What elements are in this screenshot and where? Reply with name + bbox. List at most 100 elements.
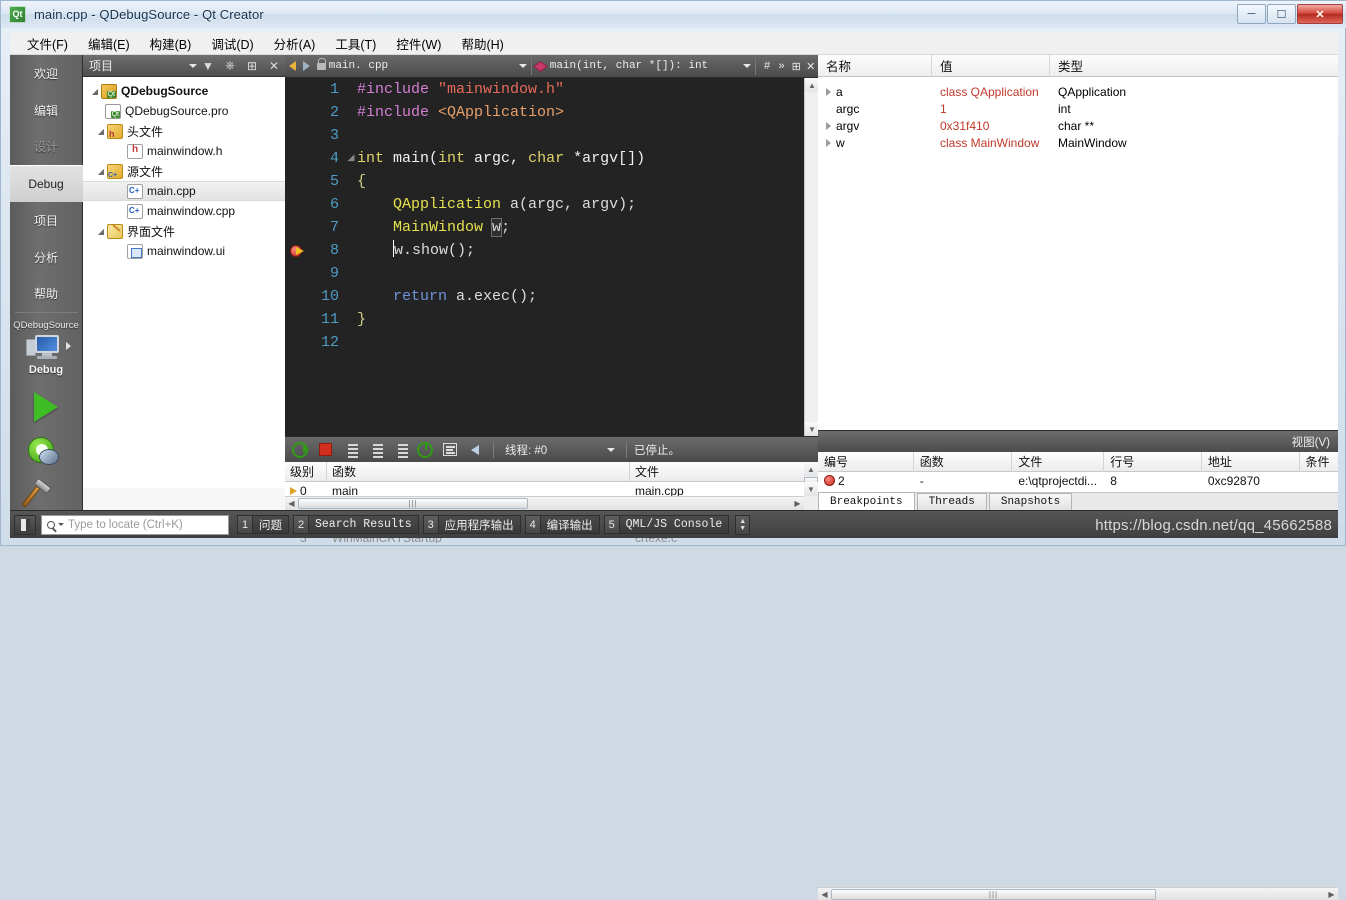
more-icon[interactable]: » bbox=[774, 55, 789, 78]
project-view-combo[interactable]: 项目 bbox=[89, 57, 197, 74]
table-row[interactable]: a class QApplication QApplication bbox=[818, 83, 1338, 100]
breakpoint-gutter[interactable] bbox=[285, 193, 309, 216]
bp-col-line[interactable]: 行号 bbox=[1104, 451, 1202, 472]
code-line[interactable]: 1 #include "mainwindow.h" bbox=[285, 78, 818, 101]
unlocked-icon[interactable] bbox=[314, 55, 329, 78]
breakpoint-gutter[interactable] bbox=[285, 331, 309, 354]
tree-item-qdebugsource[interactable]: ◢ QDebugSource bbox=[83, 81, 285, 101]
instruction-view-icon[interactable] bbox=[439, 439, 461, 461]
scroll-down-icon[interactable]: ▼ bbox=[804, 482, 818, 496]
locals-col-value[interactable]: 值 bbox=[932, 54, 1050, 77]
stack-col-file[interactable]: 文件 bbox=[630, 462, 804, 482]
table-row[interactable]: argc 1 int bbox=[818, 100, 1338, 117]
bp-col-file[interactable]: 文件 bbox=[1012, 451, 1105, 472]
tab-threads[interactable]: Threads bbox=[916, 493, 987, 510]
tree-item-pro-file[interactable]: QDebugSource.pro bbox=[83, 101, 285, 121]
scroll-up-icon[interactable]: ▲ bbox=[805, 78, 819, 92]
scroll-left-icon[interactable]: ◀ bbox=[818, 890, 831, 899]
code-line[interactable]: 7 MainWindow w; bbox=[285, 216, 818, 239]
editor-vertical-scrollbar[interactable]: ▲ ▼ bbox=[804, 78, 819, 436]
split-icon[interactable]: ⊞ bbox=[241, 55, 263, 77]
pane-spinner[interactable]: ▲ ▼ bbox=[735, 514, 751, 535]
thread-combo[interactable]: 线程: #0 bbox=[501, 440, 619, 460]
code-line[interactable]: 10 return a.exec(); bbox=[285, 285, 818, 308]
file-combo[interactable]: main. cpp bbox=[329, 55, 527, 78]
code-line[interactable]: 11} bbox=[285, 308, 818, 331]
tree-item-forms[interactable]: ◢ 界面文件 bbox=[83, 221, 285, 241]
pane-button-search-results[interactable]: 2 Search Results bbox=[293, 515, 419, 534]
project-tree[interactable]: ◢ QDebugSource QDebugSource.pro ◢ 头文件 ma… bbox=[83, 77, 285, 488]
expand-triangle-icon[interactable] bbox=[826, 138, 831, 147]
nav-forward-icon[interactable] bbox=[300, 55, 315, 78]
stack-vertical-scrollbar[interactable]: ▲ ▼ bbox=[804, 462, 818, 510]
pane-button-issues[interactable]: 1 问题 bbox=[237, 515, 289, 534]
expand-triangle-icon[interactable] bbox=[826, 87, 831, 96]
step-back-icon[interactable] bbox=[464, 439, 486, 461]
locals-col-type[interactable]: 类型 bbox=[1050, 55, 1338, 77]
breakpoint-gutter[interactable] bbox=[285, 101, 309, 124]
mode-debug[interactable]: Debug bbox=[9, 165, 83, 202]
scroll-down-icon[interactable]: ▼ bbox=[805, 422, 819, 436]
view-menu-button[interactable]: 视图(V) bbox=[1292, 434, 1330, 450]
line-number-icon[interactable]: # bbox=[760, 55, 775, 78]
code-editor[interactable]: 1 #include "mainwindow.h" 2 #include <QAppl… bbox=[285, 78, 818, 436]
close-button[interactable]: ✕ bbox=[1297, 4, 1343, 24]
mode-design[interactable]: 设计 bbox=[10, 128, 83, 165]
maximize-button[interactable]: ☐ bbox=[1267, 4, 1296, 24]
close-editor-icon[interactable]: ✕ bbox=[803, 55, 818, 78]
locals-col-name[interactable]: 名称 bbox=[818, 54, 932, 77]
code-line[interactable]: 12 bbox=[285, 331, 818, 354]
mode-welcome[interactable]: 欢迎 bbox=[10, 55, 83, 92]
pane-button-application-output[interactable]: 3 应用程序输出 bbox=[422, 515, 521, 534]
code-line[interactable]: 9 bbox=[285, 262, 818, 285]
breakpoint-gutter[interactable] bbox=[285, 216, 309, 239]
code-line[interactable]: 3 bbox=[285, 124, 818, 147]
tree-item-main-cpp[interactable]: main.cpp bbox=[83, 181, 285, 201]
pane-button-qml-js-console[interactable]: 5 QML/JS Console bbox=[603, 515, 730, 534]
bp-col-address[interactable]: 地址 bbox=[1202, 451, 1300, 472]
scrollbar-thumb[interactable]: ||| bbox=[298, 498, 528, 509]
table-row[interactable]: 2 - e:\qtprojectdi... 8 0xc92870 bbox=[818, 472, 1338, 489]
link-icon[interactable]: ⎈ bbox=[219, 55, 241, 77]
minimize-button[interactable]: ─ bbox=[1237, 4, 1266, 24]
code-line[interactable]: 5{ bbox=[285, 170, 818, 193]
mode-help[interactable]: 帮助 bbox=[10, 275, 83, 312]
expand-arrow-icon[interactable]: ◢ bbox=[95, 127, 107, 136]
tree-item-mainwindow-ui[interactable]: mainwindow.ui bbox=[83, 241, 285, 261]
mode-edit[interactable]: 编辑 bbox=[10, 92, 83, 129]
tree-item-mainwindow-cpp[interactable]: mainwindow.cpp bbox=[83, 201, 285, 221]
scroll-left-icon[interactable]: ◀ bbox=[285, 499, 298, 508]
mode-projects[interactable]: 项目 bbox=[10, 202, 83, 239]
breakpoint-gutter[interactable] bbox=[285, 239, 309, 262]
locator-input[interactable]: Type to locate (Ctrl+K) bbox=[41, 514, 229, 535]
close-icon[interactable]: ✕ bbox=[263, 55, 285, 77]
stop-icon[interactable] bbox=[314, 439, 336, 461]
nav-back-icon[interactable] bbox=[285, 55, 300, 78]
run-button[interactable] bbox=[26, 390, 66, 423]
breakpoint-gutter[interactable] bbox=[285, 124, 309, 147]
breakpoint-gutter[interactable] bbox=[285, 308, 309, 331]
step-over-icon[interactable] bbox=[339, 439, 361, 461]
symbol-combo[interactable]: main(int, char *[]): int bbox=[532, 55, 751, 78]
kit-selector[interactable]: Debug bbox=[26, 333, 71, 376]
menu-file[interactable]: 文件(F) bbox=[18, 31, 77, 56]
breakpoint-gutter[interactable] bbox=[285, 285, 309, 308]
menu-window[interactable]: 控件(W) bbox=[387, 31, 450, 56]
step-out-icon[interactable] bbox=[389, 439, 411, 461]
breakpoint-gutter[interactable] bbox=[285, 147, 309, 170]
code-line[interactable]: 4 ◢ int main(int argc, char *argv[]) bbox=[285, 147, 818, 170]
breakpoints-horizontal-scrollbar[interactable]: ◀ ||| ▶ bbox=[818, 887, 1338, 900]
restart-icon[interactable] bbox=[414, 439, 436, 461]
expand-triangle-icon[interactable] bbox=[826, 121, 831, 130]
scrollbar-thumb[interactable]: ||| bbox=[831, 888, 1156, 900]
expand-arrow-icon[interactable]: ◢ bbox=[95, 227, 107, 236]
bp-col-number[interactable]: 编号 bbox=[818, 451, 914, 472]
stack-view[interactable]: 级别 函数 文件 0 main main.cpp 1 WinMain qtmai… bbox=[285, 461, 818, 543]
breakpoint-gutter[interactable] bbox=[285, 78, 309, 101]
scroll-up-icon[interactable]: ▲ bbox=[804, 462, 818, 476]
table-row[interactable]: argv 0x31f410 char ** bbox=[818, 117, 1338, 134]
scroll-right-icon[interactable]: ▶ bbox=[1325, 890, 1338, 899]
bp-col-condition[interactable]: 条件 bbox=[1300, 452, 1338, 472]
tree-item-mainwindow-h[interactable]: mainwindow.h bbox=[83, 141, 285, 161]
expand-arrow-icon[interactable]: ◢ bbox=[89, 87, 101, 96]
